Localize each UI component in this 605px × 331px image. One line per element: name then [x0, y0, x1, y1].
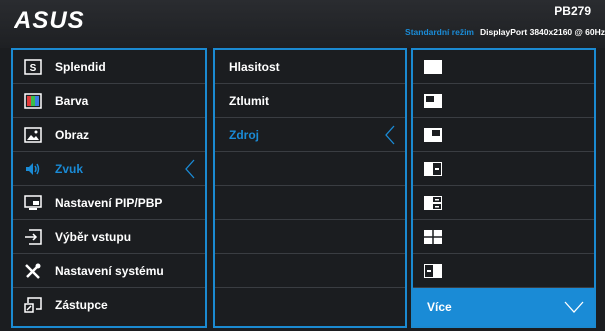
menu-item-image[interactable]: Obraz	[13, 118, 205, 152]
source-option-triple[interactable]	[413, 186, 594, 220]
menu-item-sound[interactable]: Zvuk	[13, 152, 205, 186]
pip-pbp-icon	[23, 193, 43, 213]
menu-item-label: Zástupce	[55, 298, 108, 312]
image-icon	[23, 125, 43, 145]
menu-item-splendid[interactable]: S Splendid	[13, 50, 205, 84]
submenu-item-mute[interactable]: Ztlumit	[215, 84, 405, 118]
submenu-item-volume[interactable]: Hlasitost	[215, 50, 405, 84]
menu-item-label: Barva	[55, 93, 89, 108]
menu-item-label: Nastavení systému	[55, 263, 164, 278]
menu-item-system-setup[interactable]: Nastavení systému	[13, 254, 205, 288]
menu-item-label: Nastavení PIP/PBP	[55, 195, 163, 210]
sound-submenu-panel: Hlasitost Ztlumit Zdroj	[213, 48, 407, 328]
menu-item-label: Obraz	[55, 127, 90, 142]
status-line: Standardní režim DisplayPort 3840x2160 @ …	[405, 27, 605, 37]
color-icon	[23, 91, 43, 111]
more-label: Více	[427, 300, 452, 314]
mode-label: Standardní režim	[405, 27, 474, 37]
chevron-down-icon	[564, 301, 584, 313]
layout-triple-icon	[423, 193, 443, 213]
submenu-empty-row	[215, 152, 405, 186]
layout-pbp-left-icon	[423, 159, 443, 179]
layout-quad-icon	[423, 227, 443, 247]
source-option-full[interactable]	[413, 50, 594, 84]
source-option-pbp-right[interactable]	[413, 254, 594, 288]
submenu-item-label: Ztlumit	[229, 93, 269, 108]
submenu-item-source[interactable]: Zdroj	[215, 118, 405, 152]
menu-item-label: Výběr vstupu	[55, 229, 132, 244]
menu-item-shortcut[interactable]: Zástupce	[13, 288, 205, 322]
menu-item-pip-pbp[interactable]: Nastavení PIP/PBP	[13, 186, 205, 220]
speaker-icon	[23, 159, 43, 179]
header-bar: ASUS PB279 Standardní režim DisplayPort 3…	[0, 0, 605, 48]
shortcut-icon	[23, 295, 43, 315]
submenu-empty-row	[215, 186, 405, 220]
layout-pbp-right-icon	[423, 261, 443, 281]
layout-pip-top-right-icon	[423, 125, 443, 145]
svg-text:S: S	[30, 63, 37, 74]
submenu-item-label: Hlasitost	[229, 59, 280, 74]
brand-text: ASUS	[14, 7, 85, 33]
main-menu-panel: S Splendid Barva Obraz Zvuk Nastavení PI…	[11, 48, 207, 328]
submenu-empty-row	[215, 254, 405, 288]
chevron-left-icon	[385, 125, 395, 145]
submenu-item-label: Zdroj	[229, 127, 259, 142]
more-button[interactable]: Více	[413, 288, 594, 326]
splendid-icon: S	[23, 57, 43, 77]
signal-info: DisplayPort 3840x2160 @ 60Hz	[480, 27, 605, 37]
layout-full-icon	[423, 57, 443, 77]
menu-item-label: Zvuk	[55, 161, 84, 176]
layout-pip-bottom-left-icon	[423, 91, 443, 111]
source-option-pip-bottom-left[interactable]	[413, 84, 594, 118]
model-name: PB279	[554, 4, 591, 18]
menu-item-input-select[interactable]: Výběr vstupu	[13, 220, 205, 254]
chevron-left-icon	[185, 159, 195, 179]
source-option-quad[interactable]	[413, 220, 594, 254]
source-option-pip-top-right[interactable]	[413, 118, 594, 152]
source-option-pbp-left[interactable]	[413, 152, 594, 186]
tools-icon	[23, 261, 43, 281]
source-options-panel: Více	[411, 48, 596, 328]
input-select-icon	[23, 227, 43, 247]
asus-logo: ASUS	[14, 7, 85, 33]
submenu-empty-row	[215, 220, 405, 254]
menu-item-color[interactable]: Barva	[13, 84, 205, 118]
menu-item-label: Splendid	[55, 59, 106, 74]
